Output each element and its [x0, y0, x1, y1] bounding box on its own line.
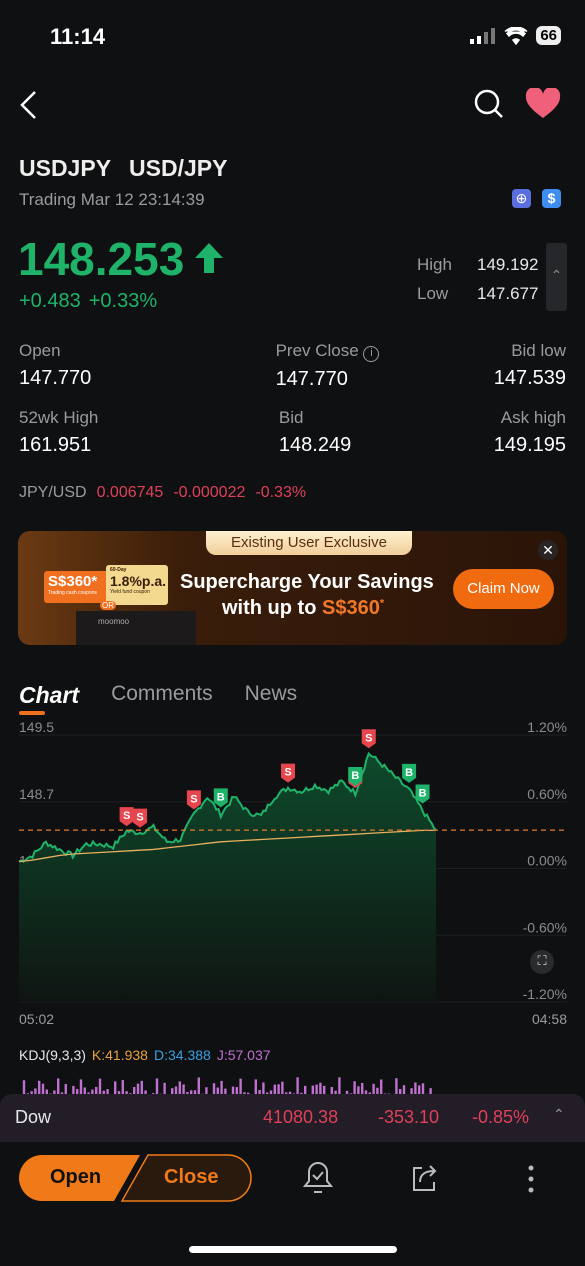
favorite-heart-icon[interactable] [525, 88, 561, 120]
y-right-tick-label: 1.20% [527, 720, 567, 735]
kdj-label: KDJ(9,3,3) [19, 1047, 86, 1063]
marker-label: B [419, 788, 427, 800]
stat-value: 149.195 [493, 434, 566, 456]
claim-now-button[interactable]: Claim Now [453, 569, 554, 609]
coupon-yield: 60-Day 1.8%p.a. Yield fund coupon [106, 565, 168, 605]
share-icon[interactable] [410, 1162, 440, 1194]
kdj-k: K:41.938 [91, 1047, 148, 1063]
stat-value: 147.770 [275, 368, 348, 390]
dollar-icon[interactable]: $ [542, 189, 561, 208]
home-indicator [189, 1246, 397, 1253]
search-icon[interactable] [473, 88, 505, 120]
stat-value: 147.539 [493, 367, 566, 389]
up-arrow-icon [195, 243, 223, 273]
y-right-tick-label: -0.60% [523, 919, 567, 935]
stat-label: 52wk High [19, 408, 99, 427]
or-badge: OR [100, 601, 116, 610]
banner-subline: with up to S$360* [222, 597, 385, 619]
banner-headline: Supercharge Your Savings [180, 571, 434, 593]
marker-label: S [123, 810, 130, 822]
y-right-tick-label: -1.20% [523, 986, 567, 1002]
price-change: +0.483 [19, 290, 81, 312]
marker-label: S [136, 812, 143, 824]
kdj-indicator [19, 1077, 436, 1096]
collapse-quote-button[interactable]: ⌃ [546, 243, 567, 311]
more-options-icon[interactable] [526, 1164, 536, 1194]
symbol-name: USD/JPY [129, 155, 228, 181]
promo-banner[interactable]: Existing User Exclusive S$360* Trading ca… [18, 531, 567, 645]
back-icon[interactable] [18, 90, 40, 120]
x-label-end: 04:58 [531, 1011, 567, 1027]
tab-chart[interactable]: Chart [19, 682, 79, 715]
info-icon[interactable]: i [363, 346, 380, 362]
tab-bar: Chart Comments News [19, 682, 298, 715]
close-button[interactable]: Close [164, 1166, 218, 1189]
marker-label: B [217, 791, 225, 803]
marker-label: S [365, 732, 372, 744]
marker-label: B [405, 767, 413, 779]
index-name: Dow [15, 1107, 52, 1127]
symbol-code: USDJPY [19, 155, 112, 181]
stats-row-2: 52wk High 161.951 Bid 148.249 Ask high 149.… [19, 408, 566, 457]
current-price: 148.253 [18, 233, 185, 285]
open-button[interactable]: Open [50, 1166, 101, 1189]
alert-bell-icon[interactable] [302, 1160, 334, 1196]
stat-label: Open [19, 341, 61, 360]
tab-news[interactable]: News [245, 682, 298, 709]
y-tick-label: 149.5 [19, 720, 54, 735]
index-value: 41080.38 [263, 1107, 339, 1127]
globe-icon[interactable]: ⊕ [512, 189, 531, 208]
stat-value: 148.249 [278, 434, 352, 456]
inverse-change: -0.000022 [173, 484, 246, 501]
wifi-icon [504, 26, 528, 45]
stat-label: Bid low [511, 341, 566, 360]
status-icons: 66 [470, 26, 561, 45]
close-banner-icon[interactable]: ✕ [538, 540, 558, 560]
price-change-pct: +0.33% [88, 290, 158, 312]
stats-row-1: Open 147.770 Prev Close i 147.770 Bid low 1… [19, 341, 566, 391]
inverse-pair: JPY/USD [19, 484, 87, 501]
x-label-start: 05:02 [19, 1011, 55, 1027]
stat-value: 147.770 [19, 367, 92, 389]
high-value: 149.192 [477, 255, 539, 274]
banner-amount: S$360 [321, 597, 380, 619]
battery-indicator: 66 [536, 26, 561, 45]
low-label: Low [417, 284, 449, 303]
inverse-price: 0.006745 [96, 484, 164, 501]
status-time: 11:14 [50, 24, 106, 49]
banner-tag: Existing User Exclusive [206, 531, 412, 555]
price-chart[interactable]: 149.51.20%148.70.60%147.80.00%146.9-0.60… [0, 720, 585, 1020]
kdj-d: D:34.388 [153, 1047, 211, 1063]
high-label: High [417, 255, 452, 274]
stat-label: Bid [278, 408, 304, 427]
coupon-cash: S$360* Trading cash coupons [44, 571, 112, 603]
kdj-j: J:57.037 [216, 1047, 271, 1063]
tab-comments[interactable]: Comments [111, 682, 213, 709]
marker-label: S [284, 767, 291, 779]
stat-label: Ask high [500, 408, 566, 427]
marker-label: B [351, 770, 359, 782]
index-change: -353.10 [378, 1107, 440, 1127]
y-right-tick-label: 0.60% [527, 786, 567, 802]
y-right-tick-label: 0.00% [527, 853, 567, 869]
inverse-pct: -0.33% [255, 484, 307, 501]
fullscreen-icon[interactable]: ⛶ [530, 950, 554, 974]
expand-chevron-icon[interactable]: ⌃ [553, 1106, 565, 1123]
trading-status: Trading Mar 12 23:14:39 [19, 190, 205, 209]
y-tick-label: 148.7 [19, 786, 54, 802]
stat-label: Prev Close i [276, 341, 380, 362]
stat-value: 161.951 [19, 434, 92, 456]
index-ticker-bar[interactable]: Dow 41080.38 -353.10 -0.85% ⌃ [0, 1094, 585, 1142]
index-pct: -0.85% [472, 1107, 530, 1127]
low-value: 147.677 [477, 284, 539, 303]
signal-icon [470, 27, 496, 44]
marker-label: S [190, 793, 197, 805]
gift-box-graphic: moomoo [76, 611, 196, 645]
